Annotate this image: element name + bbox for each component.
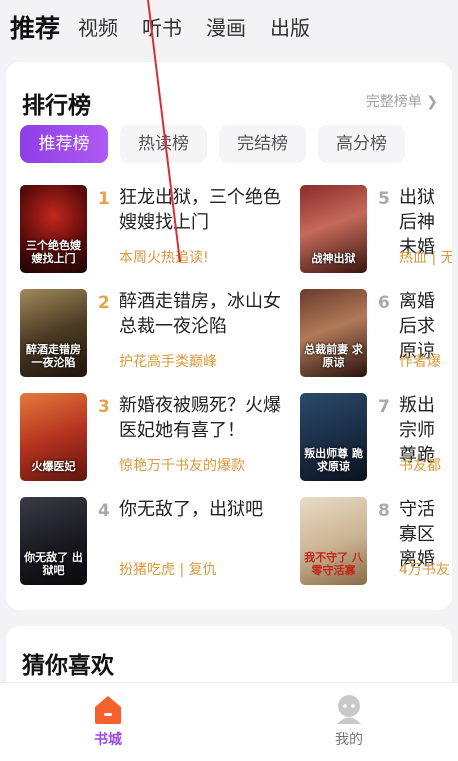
book-tagline: 4万书友 (399, 562, 450, 578)
nav-mine[interactable]: 我的 (309, 693, 389, 749)
tab-audiobook[interactable]: 听书 (142, 12, 182, 41)
ranking-book[interactable]: 火爆医妃 3 新婚夜被赐死？火爆医妃她有喜了！ 惊艳万千书友的爆款 (20, 393, 300, 483)
rank-number: 1 (98, 189, 110, 209)
book-cover: 总裁前妻 求原谅 (300, 289, 367, 377)
book-cover: 三个绝色嫂嫂找上门 (20, 185, 87, 273)
nav-bookstore[interactable]: 书城 (68, 693, 148, 749)
book-title: 狂龙出狱，三个绝色嫂嫂找上门 (119, 187, 281, 233)
rank-number: 2 (98, 293, 110, 313)
book-title: 新婚夜被赐死？火爆医妃她有喜了！ (119, 395, 281, 441)
top-tab-bar: 推荐 视频 听书 漫画 出版 (0, 0, 458, 52)
book-cover: 醉酒走错房 一夜沦陷 (20, 289, 87, 377)
ranking-title: 排行榜 (22, 93, 91, 119)
filter-hot[interactable]: 热读榜 (120, 125, 207, 163)
book-tagline: 本周火热追读! (119, 250, 209, 266)
rank-number: 8 (378, 501, 390, 521)
tab-comics[interactable]: 漫画 (206, 12, 246, 41)
book-cover: 战神出狱 (300, 185, 367, 273)
chevron-right-icon: ❯ (426, 94, 438, 110)
ranking-book[interactable]: 叛出师尊 跪求原谅 7 叛出宗师尊跪 书友都 (300, 393, 452, 483)
ranking-book[interactable]: 总裁前妻 求原谅 6 离婚后求原谅 作者爆 (300, 289, 452, 379)
book-tagline: 作者爆 (399, 354, 441, 370)
filter-finished[interactable]: 完结榜 (219, 125, 306, 163)
guess-you-like-title: 猜你喜欢 (22, 653, 114, 679)
rank-number: 3 (98, 397, 110, 417)
book-cover: 叛出师尊 跪求原谅 (300, 393, 367, 481)
book-tagline: 护花高手类巅峰 (119, 354, 217, 370)
profile-icon (332, 693, 366, 725)
book-tagline: 书友都 (399, 458, 441, 474)
ranking-book[interactable]: 我不守了 八零守活寡 8 守活寡区离婚 4万书友 (300, 497, 452, 587)
tab-recommend[interactable]: 推荐 (10, 9, 60, 45)
rank-number: 5 (378, 189, 390, 209)
bottom-nav: 书城 我的 (0, 682, 458, 761)
nav-bookstore-label: 书城 (94, 732, 122, 748)
rank-number: 4 (98, 501, 110, 521)
book-tagline: 扮猪吃虎 | 复仇 (119, 562, 217, 578)
book-tagline: 惊艳万千书友的爆款 (119, 458, 245, 474)
ranking-book[interactable]: 醉酒走错房 一夜沦陷 2 醉酒走错房，冰山女总裁一夜沦陷 护花高手类巅峰 (20, 289, 300, 379)
book-cover: 我不守了 八零守活寡 (300, 497, 367, 585)
book-tagline: 热血 | 无 (399, 250, 452, 266)
ranking-card: 排行榜 完整榜单 ❯ 推荐榜 热读榜 完结榜 高分榜 三个绝色嫂嫂找上门 1 狂… (6, 62, 452, 610)
book-title: 你无敌了，出狱吧 (119, 499, 263, 520)
full-ranking-label: 完整榜单 (365, 94, 422, 110)
nav-mine-label: 我的 (335, 732, 363, 748)
filter-recommend[interactable]: 推荐榜 (20, 125, 108, 163)
filter-top-rated[interactable]: 高分榜 (318, 125, 405, 163)
book-cover: 火爆医妃 (20, 393, 87, 481)
tab-publishing[interactable]: 出版 (270, 12, 310, 41)
rank-number: 6 (378, 293, 390, 313)
tab-video[interactable]: 视频 (78, 12, 118, 41)
ranking-book[interactable]: 战神出狱 5 出狱后神未婚 热血 | 无 (300, 185, 452, 275)
book-cover: 你无敌了 出狱吧 (20, 497, 87, 585)
full-ranking-link[interactable]: 完整榜单 ❯ (366, 91, 438, 111)
ranking-book[interactable]: 三个绝色嫂嫂找上门 1 狂龙出狱，三个绝色嫂嫂找上门 本周火热追读! (20, 185, 300, 275)
rank-number: 7 (378, 397, 390, 417)
book-title: 醉酒走错房，冰山女总裁一夜沦陷 (119, 291, 281, 337)
home-icon (91, 693, 125, 725)
ranking-book[interactable]: 你无敌了 出狱吧 4 你无敌了，出狱吧 扮猪吃虎 | 复仇 (20, 497, 300, 587)
